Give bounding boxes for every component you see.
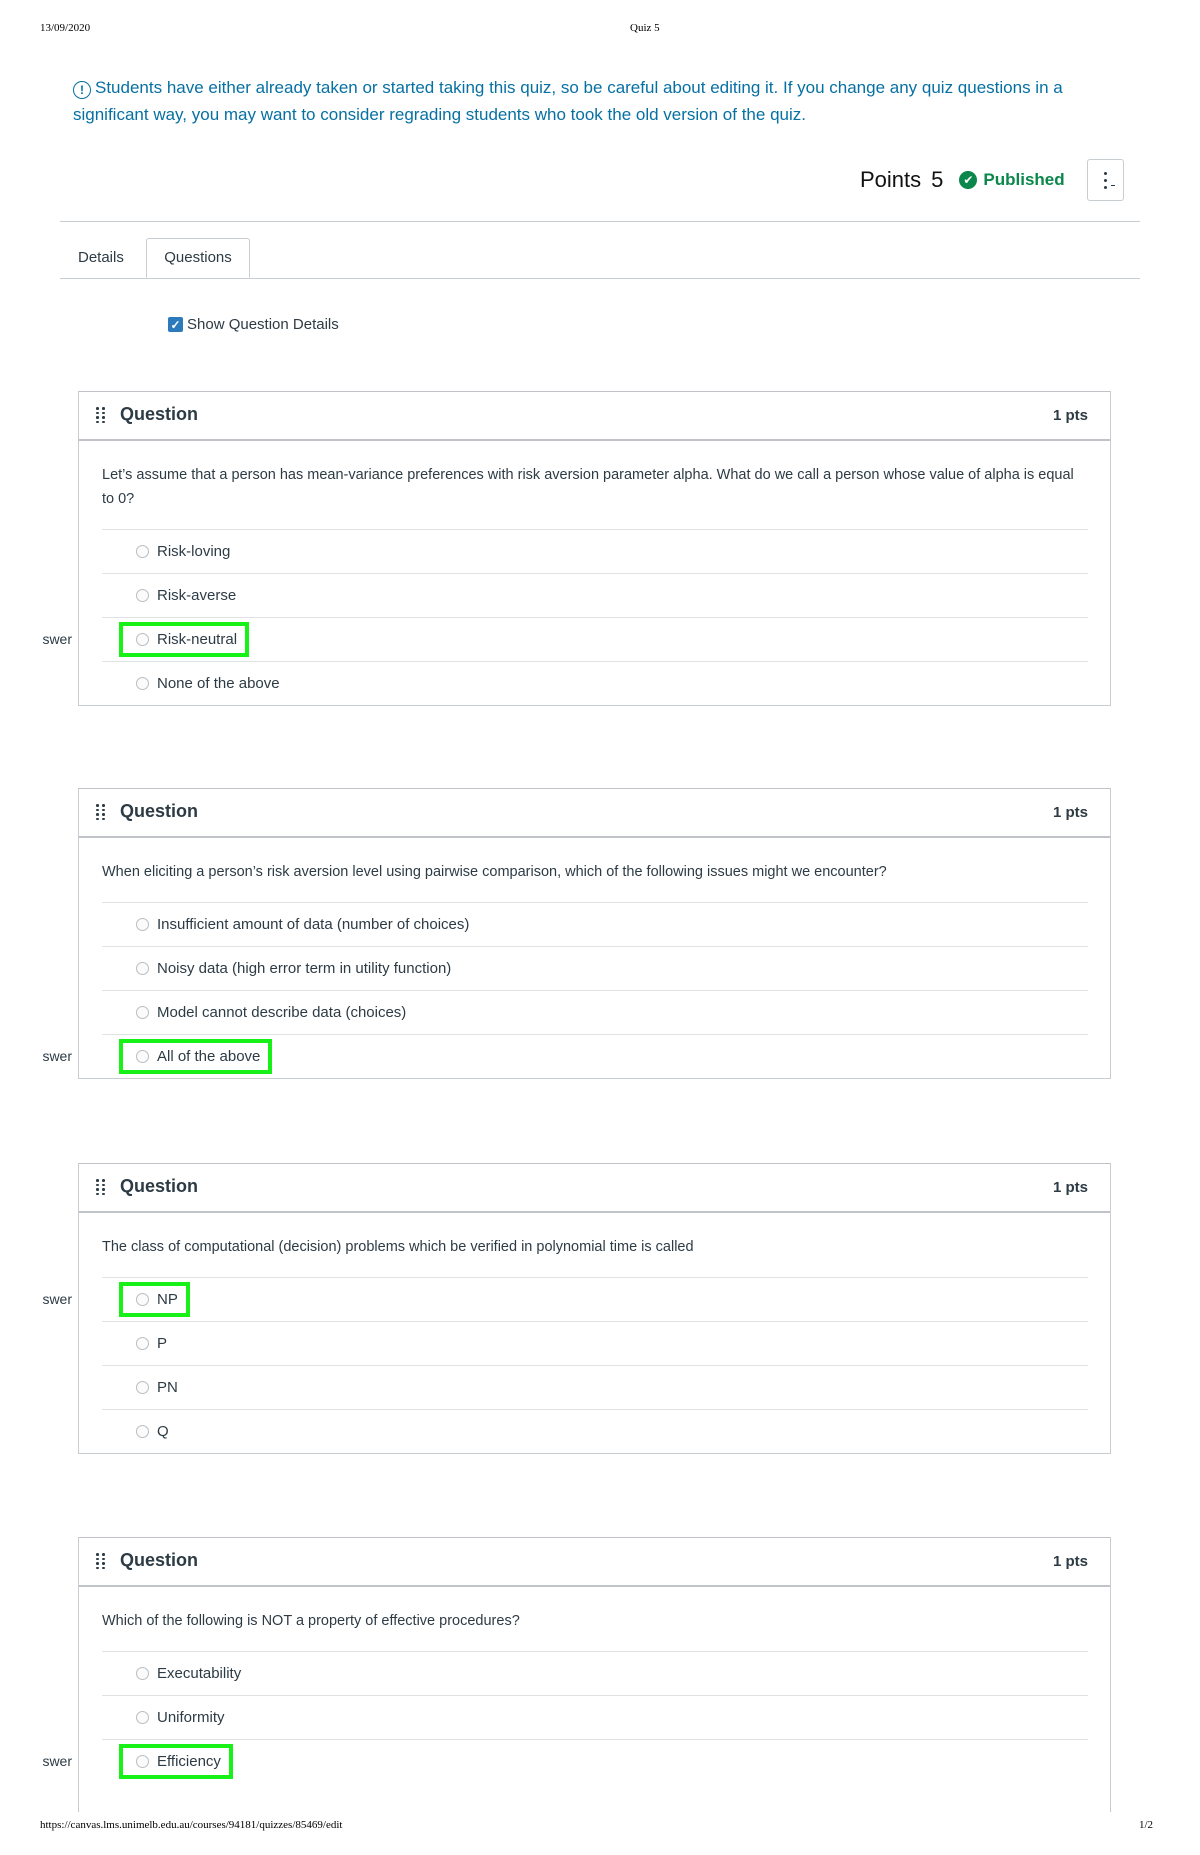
- answer-option-label: Risk-averse: [157, 587, 237, 604]
- question-text: Let’s assume that a person has mean-vari…: [102, 441, 1088, 530]
- drag-handle-icon[interactable]: [96, 1553, 105, 1569]
- question-text: When eliciting a person’s risk aversion …: [102, 838, 1088, 903]
- exclamation-circle-icon: !: [73, 81, 91, 99]
- question-header: Question 1 pts: [79, 1164, 1110, 1213]
- drag-handle-icon[interactable]: [96, 407, 105, 423]
- answer-options: Risk-loving Risk-averse Risk-neutral swer No…: [34, 530, 1088, 705]
- radio-button[interactable]: [136, 1381, 149, 1394]
- question-title: Question: [120, 801, 199, 821]
- correct-answer-tag: swer: [34, 1750, 75, 1772]
- radio-button[interactable]: [136, 1006, 149, 1019]
- header-divider: [60, 221, 1140, 222]
- question-points: 1 pts: [1052, 804, 1088, 821]
- correct-answer-highlight: [119, 1282, 190, 1317]
- answer-option-label: PN: [157, 1379, 178, 1396]
- correct-answer-highlight: [119, 1744, 233, 1779]
- question-points: 1 pts: [1052, 407, 1088, 424]
- answer-option[interactable]: Risk-averse: [102, 574, 1088, 618]
- radio-button[interactable]: [136, 1337, 149, 1350]
- check-circle-icon: ✔: [959, 171, 978, 189]
- answer-option[interactable]: Model cannot describe data (choices): [102, 991, 1088, 1035]
- question-header: Question 1 pts: [79, 789, 1110, 838]
- answer-option[interactable]: Efficiency swer: [34, 1740, 1088, 1783]
- quiz-summary: Points 5 ✔ Published: [860, 158, 1124, 202]
- show-question-details-label: Show Question Details: [187, 316, 339, 333]
- tab-questions[interactable]: Questions: [146, 238, 250, 278]
- answer-option[interactable]: P: [102, 1322, 1088, 1366]
- answer-option[interactable]: Noisy data (high error term in utility f…: [102, 947, 1088, 991]
- question-points: 1 pts: [1052, 1179, 1088, 1196]
- answer-option[interactable]: Risk-loving: [102, 530, 1088, 574]
- answer-option[interactable]: Uniformity: [102, 1696, 1088, 1740]
- radio-button[interactable]: [136, 962, 149, 975]
- radio-button[interactable]: [136, 1667, 149, 1680]
- answer-option-label: Executability: [157, 1665, 242, 1682]
- correct-answer-tag: swer: [34, 628, 75, 650]
- answer-option[interactable]: Q: [102, 1410, 1088, 1453]
- question-card: Question 1 pts The class of computational …: [34, 1163, 1111, 1454]
- question-title: Question: [120, 404, 199, 424]
- answer-option[interactable]: Executability: [102, 1652, 1088, 1696]
- question-body: Let’s assume that a person has mean-vari…: [34, 441, 1110, 705]
- radio-button[interactable]: [136, 1711, 149, 1724]
- points-label: Points: [860, 167, 922, 192]
- answer-option-label: Risk-loving: [157, 543, 231, 560]
- checkbox-checked-icon[interactable]: ✓: [168, 317, 183, 332]
- answer-option[interactable]: All of the above swer: [34, 1035, 1088, 1078]
- answer-option-label: None of the above: [157, 675, 280, 692]
- tab-details[interactable]: Details: [78, 238, 124, 278]
- answer-option[interactable]: Risk-neutral swer: [34, 618, 1088, 662]
- question-header: Question 1 pts: [79, 1538, 1110, 1587]
- answer-option[interactable]: Insufficient amount of data (number of c…: [102, 903, 1088, 947]
- answer-option-label: Uniformity: [157, 1709, 225, 1726]
- answer-option[interactable]: None of the above: [102, 662, 1088, 705]
- answer-options: NP swer P PN Q: [34, 1278, 1088, 1453]
- answer-option-label: Model cannot describe data (choices): [157, 1004, 407, 1021]
- correct-answer-highlight: [119, 1039, 272, 1074]
- answer-options: Insufficient amount of data (number of c…: [34, 903, 1088, 1078]
- drag-handle-icon[interactable]: [96, 1179, 105, 1195]
- print-title: Quiz 5: [630, 22, 660, 34]
- drag-handle-icon[interactable]: [96, 804, 105, 820]
- correct-answer-tag: swer: [34, 1288, 75, 1310]
- print-url: https://canvas.lms.unimelb.edu.au/course…: [40, 1819, 343, 1831]
- question-body: When eliciting a person’s risk aversion …: [34, 838, 1110, 1078]
- points-value: 5: [931, 167, 944, 192]
- published-status[interactable]: Published: [983, 170, 1064, 190]
- question-card: Question 1 pts Let’s assume that a person …: [34, 391, 1111, 706]
- more-options-button[interactable]: [1086, 159, 1124, 201]
- kebab-menu-icon: [1103, 170, 1107, 191]
- answer-option[interactable]: PN: [102, 1366, 1088, 1410]
- radio-button[interactable]: [136, 677, 149, 690]
- warning-text: Students have either already taken or st…: [73, 78, 1063, 124]
- answer-option[interactable]: NP swer: [34, 1278, 1088, 1322]
- question-card: Question 1 pts Which of the following is N…: [34, 1537, 1111, 1812]
- answer-option-label: Insufficient amount of data (number of c…: [157, 916, 470, 933]
- edit-warning: ! Students have either already taken or s…: [73, 74, 1123, 128]
- question-body: Which of the following is NOT a property…: [34, 1587, 1110, 1783]
- correct-answer-tag: swer: [34, 1045, 75, 1067]
- question-header: Question 1 pts: [79, 392, 1110, 441]
- question-text: The class of computational (decision) pr…: [102, 1213, 1088, 1278]
- print-date: 13/09/2020: [40, 22, 91, 34]
- question-points: 1 pts: [1052, 1553, 1088, 1570]
- answer-option-label: Q: [157, 1423, 169, 1440]
- correct-answer-highlight: [119, 622, 249, 657]
- radio-button[interactable]: [136, 918, 149, 931]
- question-text: Which of the following is NOT a property…: [102, 1587, 1088, 1652]
- question-card: Question 1 pts When eliciting a person’s r…: [34, 788, 1111, 1079]
- print-page-number: 1/2: [1139, 1819, 1154, 1831]
- radio-button[interactable]: [136, 545, 149, 558]
- question-title: Question: [120, 1176, 199, 1196]
- question-title: Question: [120, 1550, 199, 1570]
- answer-option-label: P: [157, 1335, 168, 1352]
- show-question-details-toggle[interactable]: ✓ Show Question Details: [168, 316, 339, 333]
- answer-options: Executability Uniformity Efficiency swer: [34, 1652, 1088, 1783]
- radio-button[interactable]: [136, 589, 149, 602]
- answer-option-label: Noisy data (high error term in utility f…: [157, 960, 452, 977]
- question-body: The class of computational (decision) pr…: [34, 1213, 1110, 1453]
- quiz-tabs: Details Questions: [60, 238, 1140, 279]
- radio-button[interactable]: [136, 1425, 149, 1438]
